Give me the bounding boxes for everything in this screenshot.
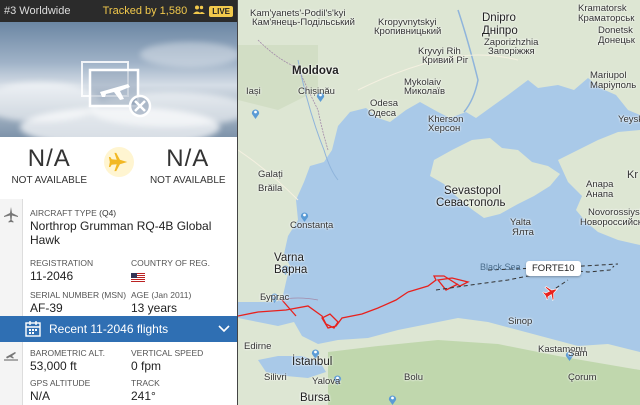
- gps-alt-value: N/A: [30, 389, 51, 403]
- aircraft-side-icon: [0, 207, 22, 223]
- map-label: Запоріжжя: [488, 46, 535, 57]
- map-label: Миколаїв: [404, 86, 446, 97]
- map-label: Sam: [568, 348, 588, 359]
- callsign-tag[interactable]: FORTE10: [526, 261, 581, 276]
- recent-flights-label: Recent 11-2046 flights: [49, 322, 169, 336]
- track-value: 241°: [131, 389, 156, 403]
- map-label: Херсон: [428, 123, 461, 134]
- map-label: Dnipro: [482, 12, 516, 24]
- age-label: AGE (Jan 2011): [131, 290, 192, 300]
- map-label: Bursa: [300, 392, 331, 404]
- climb-icon: [0, 348, 22, 362]
- recent-flights-button[interactable]: Recent 11-2046 flights: [0, 316, 237, 342]
- city-pin[interactable]: [300, 209, 309, 222]
- aircraft-type-value: Northrop Grumman RQ-4B Global Hawk: [30, 219, 212, 247]
- map-label: Ялта: [512, 227, 534, 238]
- map-label: Iași: [246, 86, 261, 97]
- map-label: Black Sea: [480, 262, 521, 272]
- map-label: Севастополь: [436, 197, 506, 209]
- map-label: Бургас: [260, 292, 290, 303]
- map-label: Yeysk: [618, 114, 640, 125]
- age-value: 13 years: [131, 301, 178, 315]
- destination-code: N/A: [166, 145, 210, 172]
- baro-alt-value: 53,000 ft: [30, 359, 77, 373]
- map-label: Brăila: [258, 183, 283, 194]
- map-label: Galați: [258, 169, 283, 180]
- registration-value[interactable]: 11-2046: [30, 269, 73, 283]
- vertical-speed-label: VERTICAL SPEED: [131, 348, 204, 358]
- chevron-down-icon: [218, 325, 230, 333]
- gps-alt-label: GPS ALTITUDE: [30, 378, 91, 388]
- map-label: Дніпро: [482, 25, 518, 37]
- map-label: Анапа: [586, 189, 614, 200]
- serial-label: SERIAL NUMBER (MSN): [30, 290, 127, 300]
- map-label: Кам'янець-Подільський: [252, 17, 355, 28]
- map-label: Edirne: [244, 341, 272, 352]
- us-flag-icon: [131, 269, 145, 287]
- panel-header: #3 Worldwide Tracked by 1,580 LIVE: [0, 0, 237, 22]
- map-label: Bolu: [404, 372, 424, 383]
- flight-map[interactable]: Kam'yanets'-Podil's'kyi Кам'янець-Поділь…: [238, 0, 640, 405]
- map-label: Kr: [627, 169, 638, 181]
- aircraft-photo-placeholder[interactable]: [0, 22, 237, 137]
- callsign-label: FORTE10: [532, 263, 575, 274]
- country-label: COUNTRY OF REG.: [131, 258, 211, 268]
- serial-value: AF-39: [30, 301, 63, 315]
- aircraft-type-label: AIRCRAFT TYPE (Q4): [30, 208, 117, 218]
- selected-aircraft-icon[interactable]: [542, 283, 561, 306]
- map-label: Новороссийск: [580, 217, 640, 228]
- map-label: Sevastopol: [444, 185, 501, 197]
- flight-data-section: BAROMETRIC ALT. 53,000 ft VERTICAL SPEED…: [0, 342, 237, 405]
- vertical-speed-value: 0 fpm: [131, 359, 162, 373]
- route-summary: N/A NOT AVAILABLE N/A NOT AVAILABLE: [0, 137, 237, 199]
- origin-code: N/A: [27, 145, 71, 172]
- calendar-icon: [25, 321, 41, 337]
- map-label: Constanța: [290, 220, 334, 231]
- map-label: Silivri: [264, 372, 287, 383]
- live-badge: LIVE: [209, 5, 233, 17]
- city-pin[interactable]: [388, 392, 397, 405]
- aircraft-section: AIRCRAFT TYPE (Q4) Northrop Grumman RQ-4…: [0, 199, 237, 316]
- no-photo-airplane-icon: [80, 60, 160, 127]
- tracked-by-count: Tracked by 1,580: [102, 5, 188, 17]
- airplane-icon: [103, 147, 134, 177]
- map-label: Sinop: [508, 316, 533, 327]
- map-label: Донецьк: [598, 35, 635, 46]
- baro-alt-label: BAROMETRIC ALT.: [30, 348, 105, 358]
- map-label: Chișinău: [298, 86, 335, 97]
- map-label: Одеса: [368, 108, 397, 119]
- registration-label: REGISTRATION: [30, 258, 94, 268]
- map-label: İstanbul: [292, 356, 333, 368]
- users-icon: [193, 5, 206, 17]
- map-label: Moldova: [292, 65, 339, 77]
- map-label: Кропивницький: [374, 26, 442, 37]
- map-label: Маріуполь: [590, 80, 637, 91]
- destination-status: NOT AVAILABLE: [149, 175, 226, 186]
- map-label: Varna: [274, 252, 304, 264]
- map-label: Варна: [274, 264, 308, 276]
- rank-label: #3 Worldwide: [4, 5, 71, 17]
- map-label: Yalova: [312, 376, 341, 387]
- map-label: Кривий Ріг: [422, 55, 469, 66]
- map-label: Краматорськ: [578, 13, 635, 24]
- map-label: Çorum: [568, 372, 597, 383]
- origin-status: NOT AVAILABLE: [11, 175, 88, 186]
- city-pin[interactable]: [251, 106, 260, 119]
- track-label: TRACK: [131, 378, 160, 388]
- aircraft-info-panel: #3 Worldwide Tracked by 1,580 LIVE N/A N…: [0, 0, 238, 405]
